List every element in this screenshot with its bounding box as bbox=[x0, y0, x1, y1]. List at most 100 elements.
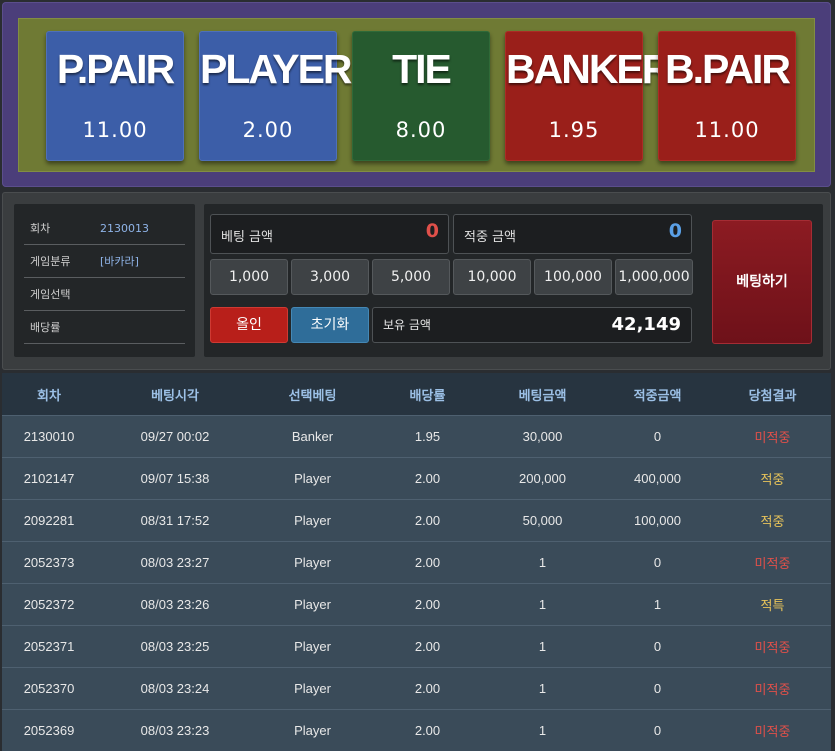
hit-amount-value: 0 bbox=[669, 220, 682, 242]
table-cell: 08/03 23:26 bbox=[96, 584, 254, 626]
table-row: 2102147 09/07 15:38 Player 2.00 200,000 … bbox=[2, 458, 831, 500]
column-header: 회차 bbox=[2, 373, 96, 416]
info-value: [바카라] bbox=[100, 245, 139, 278]
column-header: 적중금액 bbox=[601, 373, 714, 416]
table-cell: 100,000 bbox=[601, 500, 714, 542]
column-header: 배당률 bbox=[371, 373, 484, 416]
bet-amount-box: 베팅 금액 0 bbox=[210, 214, 449, 254]
bet-option-odds: 1.95 bbox=[506, 118, 642, 142]
info-row-category: 게임분류 [바카라] bbox=[24, 245, 185, 278]
info-label: 게임분류 bbox=[30, 245, 70, 278]
table-cell: 2102147 bbox=[2, 458, 96, 500]
table-cell: 0 bbox=[601, 416, 714, 458]
table-cell: 2052370 bbox=[2, 668, 96, 710]
bet-amount-label: 베팅 금액 bbox=[221, 226, 273, 245]
table-row: 2052369 08/03 23:23 Player 2.00 1 0 미적중 bbox=[2, 710, 831, 751]
info-row-odds: 배당률 bbox=[24, 311, 185, 344]
table-cell: 1 bbox=[484, 542, 601, 584]
table-cell: 1 bbox=[484, 668, 601, 710]
all-in-button[interactable]: 올인 bbox=[210, 307, 288, 343]
bet-option-tie[interactable]: TIE 8.00 bbox=[352, 31, 490, 161]
table-cell: 08/03 23:25 bbox=[96, 626, 254, 668]
table-cell: 09/07 15:38 bbox=[96, 458, 254, 500]
table-row: 2052373 08/03 23:27 Player 2.00 1 0 미적중 bbox=[2, 542, 831, 584]
bet-control-panel: 회차 2130013 게임분류 [바카라] 게임선택 배당률 베팅 금액 0 적… bbox=[2, 192, 831, 370]
table-cell: 2.00 bbox=[371, 710, 484, 751]
table-row: 2052372 08/03 23:26 Player 2.00 1 1 적특 bbox=[2, 584, 831, 626]
bet-option-banker[interactable]: BANKER 1.95 bbox=[505, 31, 643, 161]
bet-history-table: 회차 베팅시각 선택베팅 배당률 베팅금액 적중금액 당첨결과 2130010 … bbox=[2, 373, 831, 751]
balance-label: 보유 금액 bbox=[383, 316, 431, 333]
table-cell: Player bbox=[254, 710, 371, 751]
bet-board: P.PAIR 11.00 PLAYER 2.00 TIE 8.00 BANKER… bbox=[2, 2, 831, 187]
table-cell: 0 bbox=[601, 626, 714, 668]
bet-option-odds: 8.00 bbox=[353, 118, 489, 142]
info-label: 배당률 bbox=[30, 311, 60, 344]
result-cell: 적중 bbox=[714, 500, 831, 542]
table-cell: 2.00 bbox=[371, 500, 484, 542]
table-cell: 0 bbox=[601, 542, 714, 584]
table-cell: 0 bbox=[601, 668, 714, 710]
bet-board-inner: P.PAIR 11.00 PLAYER 2.00 TIE 8.00 BANKER… bbox=[18, 18, 815, 172]
table-cell: Banker bbox=[254, 416, 371, 458]
table-cell: Player bbox=[254, 668, 371, 710]
reset-button[interactable]: 초기화 bbox=[291, 307, 369, 343]
result-cell: 적특 bbox=[714, 584, 831, 626]
table-row: 2130010 09/27 00:02 Banker 1.95 30,000 0… bbox=[2, 416, 831, 458]
column-header: 당첨결과 bbox=[714, 373, 831, 416]
column-header: 선택베팅 bbox=[254, 373, 371, 416]
table-cell: 2.00 bbox=[371, 458, 484, 500]
bet-option-name: TIE bbox=[353, 45, 489, 93]
table-cell: 1.95 bbox=[371, 416, 484, 458]
result-cell: 미적중 bbox=[714, 626, 831, 668]
table-cell: 2052371 bbox=[2, 626, 96, 668]
bet-amount-value: 0 bbox=[426, 220, 439, 242]
chip-5000-button[interactable]: 5,000 bbox=[372, 259, 450, 295]
column-header: 베팅금액 bbox=[484, 373, 601, 416]
table-cell: 2.00 bbox=[371, 542, 484, 584]
table-cell: 08/03 23:23 bbox=[96, 710, 254, 751]
table-cell: Player bbox=[254, 458, 371, 500]
result-cell: 미적중 bbox=[714, 668, 831, 710]
balance-box: 보유 금액 42,149 bbox=[372, 307, 692, 343]
table-cell: 50,000 bbox=[484, 500, 601, 542]
bet-option-odds: 11.00 bbox=[659, 118, 795, 142]
info-value: 2130013 bbox=[100, 212, 149, 245]
chip-1000000-button[interactable]: 1,000,000 bbox=[615, 259, 693, 295]
table-cell: Player bbox=[254, 500, 371, 542]
table-cell: 08/31 17:52 bbox=[96, 500, 254, 542]
bet-option-name: B.PAIR bbox=[659, 45, 795, 93]
chip-100000-button[interactable]: 100,000 bbox=[534, 259, 612, 295]
table-cell: 1 bbox=[601, 584, 714, 626]
chip-1000-button[interactable]: 1,000 bbox=[210, 259, 288, 295]
chip-3000-button[interactable]: 3,000 bbox=[291, 259, 369, 295]
table-cell: 400,000 bbox=[601, 458, 714, 500]
info-label: 게임선택 bbox=[30, 278, 70, 311]
table-header-row: 회차 베팅시각 선택베팅 배당률 베팅금액 적중금액 당첨결과 bbox=[2, 373, 831, 416]
info-label: 회차 bbox=[30, 212, 50, 245]
bet-option-player[interactable]: PLAYER 2.00 bbox=[199, 31, 337, 161]
table-cell: 2.00 bbox=[371, 626, 484, 668]
bet-option-b-pair[interactable]: B.PAIR 11.00 bbox=[658, 31, 796, 161]
result-cell: 미적중 bbox=[714, 416, 831, 458]
table-cell: 2.00 bbox=[371, 584, 484, 626]
table-cell: 1 bbox=[484, 710, 601, 751]
table-cell: 2130010 bbox=[2, 416, 96, 458]
bet-option-name: BANKER bbox=[506, 45, 642, 93]
chip-10000-button[interactable]: 10,000 bbox=[453, 259, 531, 295]
table-cell: 1 bbox=[484, 584, 601, 626]
table-row: 2092281 08/31 17:52 Player 2.00 50,000 1… bbox=[2, 500, 831, 542]
place-bet-button[interactable]: 베팅하기 bbox=[712, 220, 812, 344]
table-cell: 08/03 23:24 bbox=[96, 668, 254, 710]
bet-option-p-pair[interactable]: P.PAIR 11.00 bbox=[46, 31, 184, 161]
table-cell: 2092281 bbox=[2, 500, 96, 542]
bet-option-odds: 2.00 bbox=[200, 118, 336, 142]
bet-option-name: PLAYER bbox=[200, 45, 336, 93]
hit-amount-box: 적중 금액 0 bbox=[453, 214, 692, 254]
info-row-round: 회차 2130013 bbox=[24, 212, 185, 245]
bet-option-name: P.PAIR bbox=[47, 45, 183, 93]
table-row: 2052371 08/03 23:25 Player 2.00 1 0 미적중 bbox=[2, 626, 831, 668]
table-cell: 09/27 00:02 bbox=[96, 416, 254, 458]
table-cell: 2052372 bbox=[2, 584, 96, 626]
table-cell: 2052369 bbox=[2, 710, 96, 751]
